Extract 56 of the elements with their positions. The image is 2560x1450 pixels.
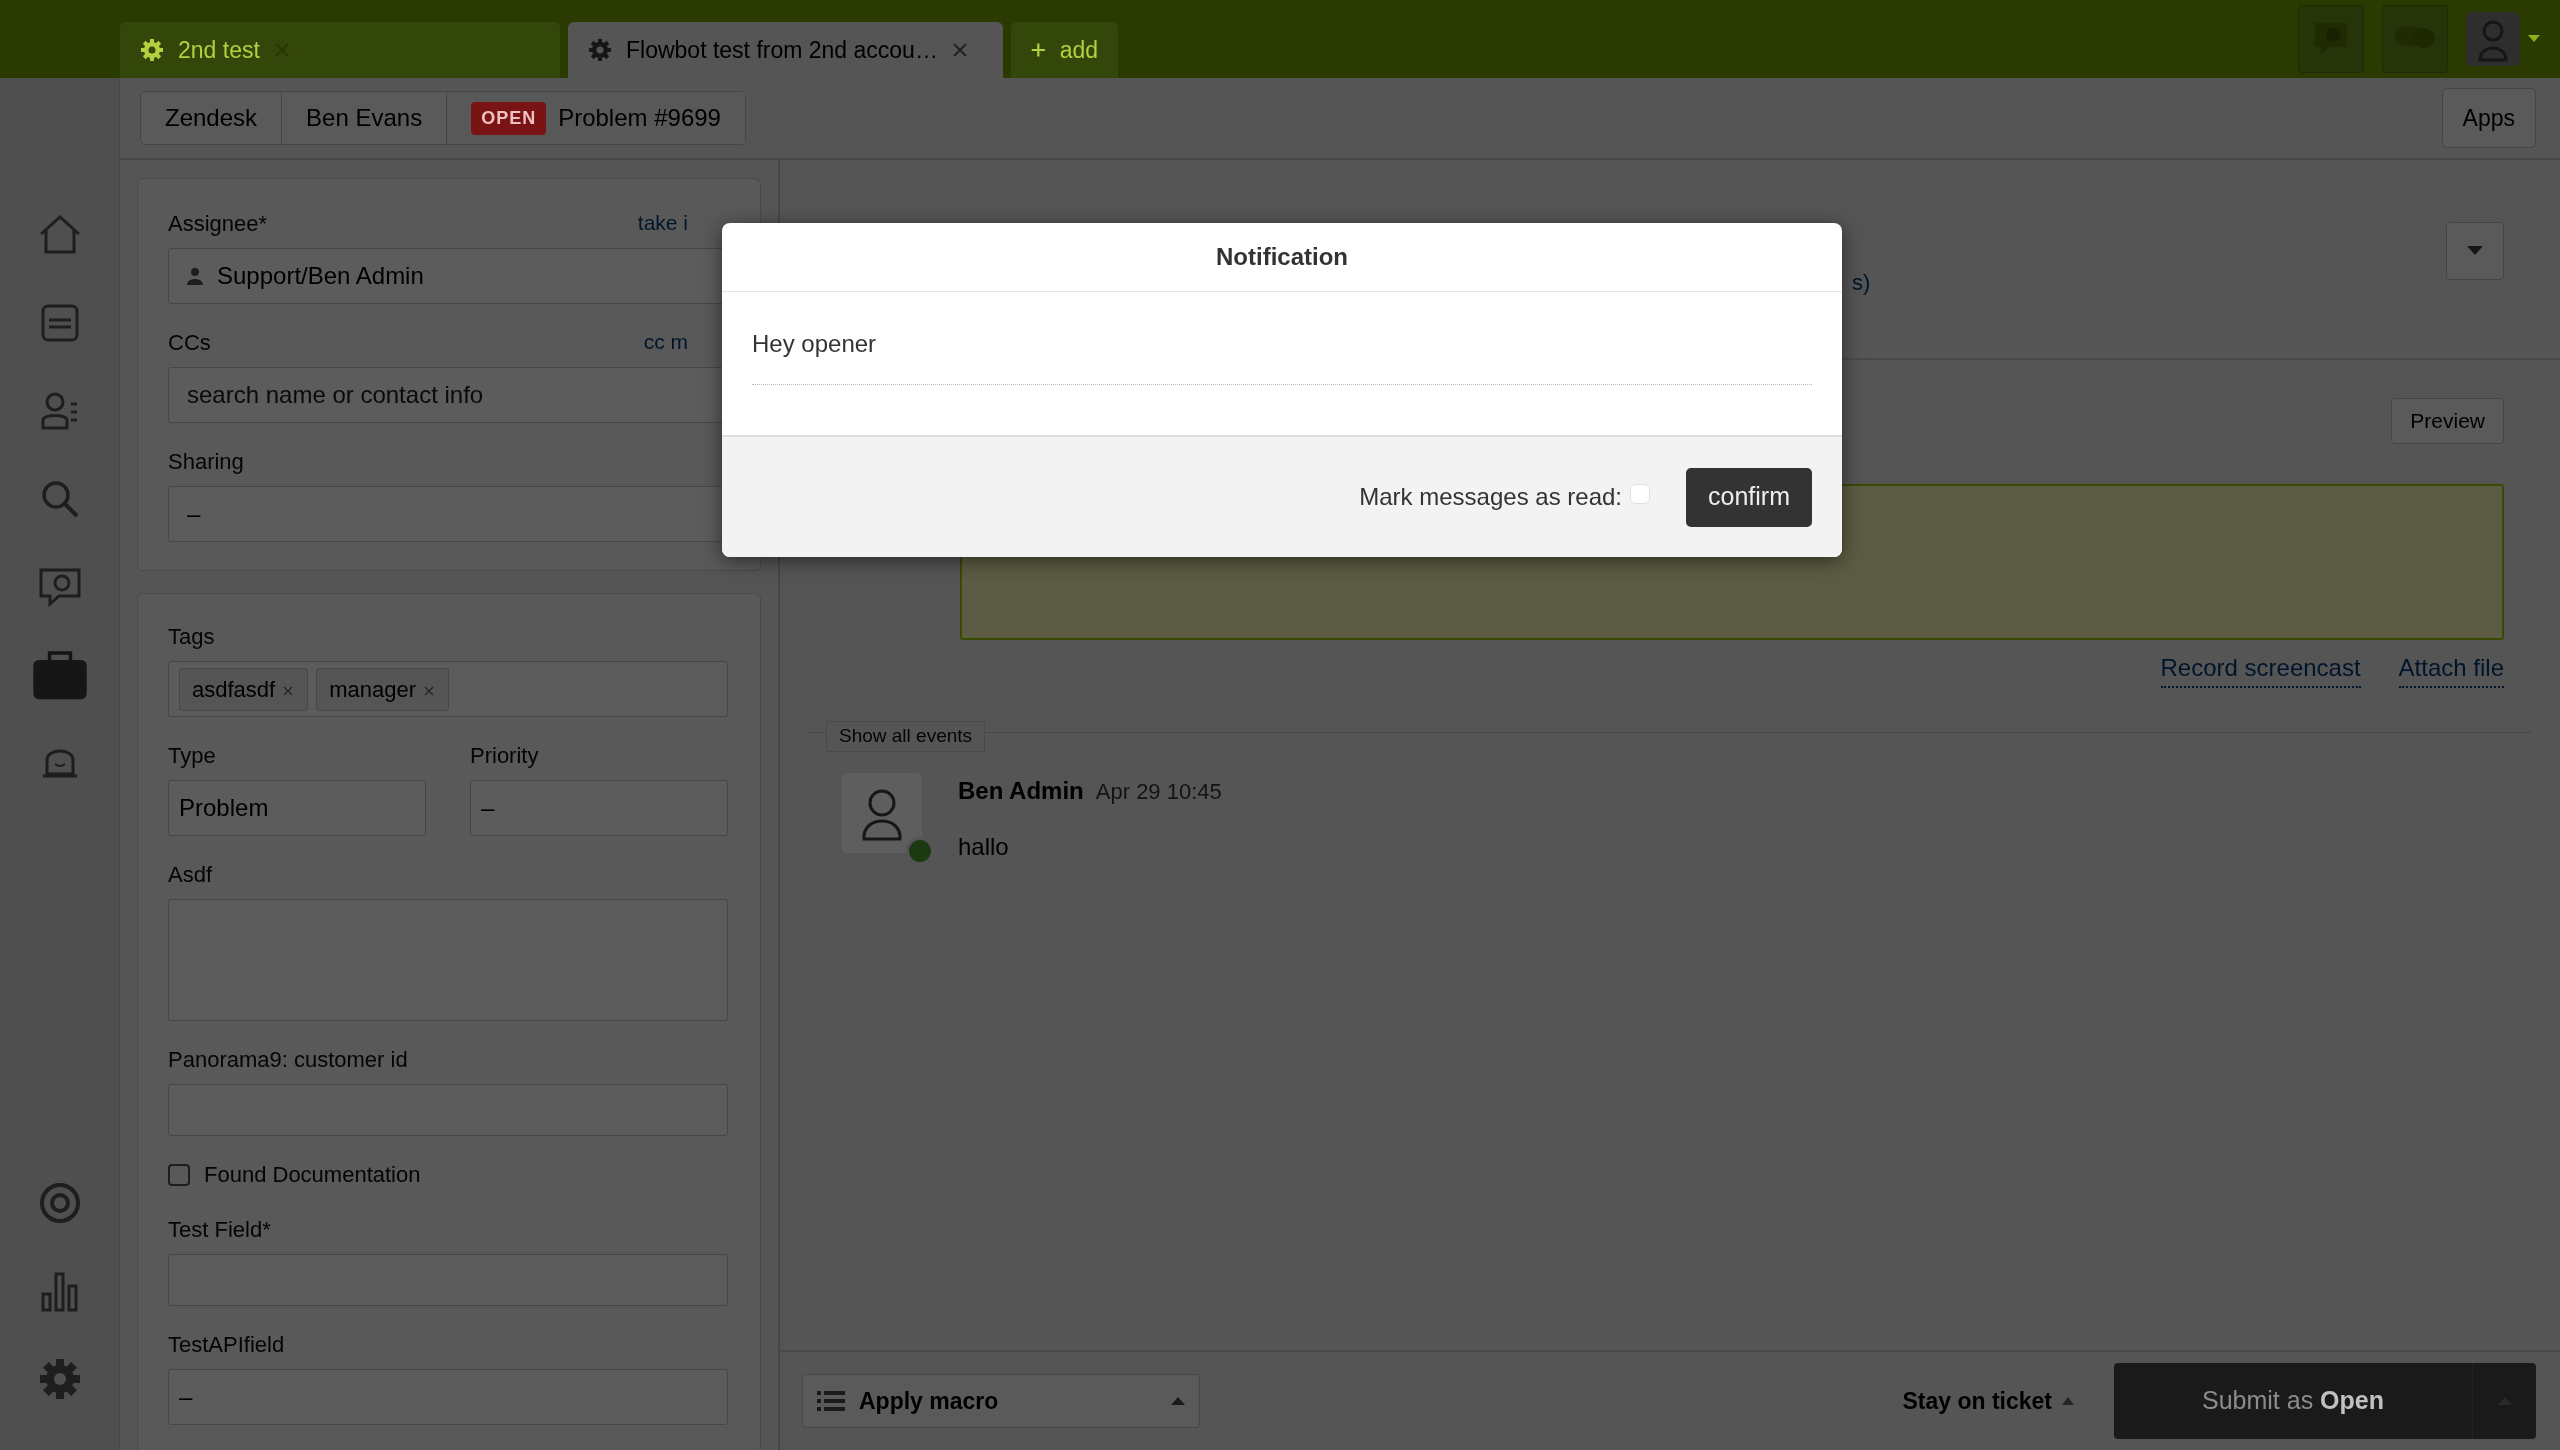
timestamp: Apr 29 10:45 <box>1095 778 1222 806</box>
tags-field[interactable]: asdfasdf manager <box>168 661 728 717</box>
field-label: Tags <box>168 623 216 651</box>
text-link[interactable]: s) <box>1852 266 1871 299</box>
preview-button[interactable]: Preview <box>2391 398 2504 444</box>
tag-label: manager <box>329 676 416 702</box>
breadcrumb-label: Problem #9699 <box>558 103 721 133</box>
status-badge: OPEN <box>471 101 547 135</box>
person-icon <box>187 267 203 285</box>
confirm-button[interactable]: confirm <box>1686 467 1812 527</box>
type-field[interactable]: Problem <box>168 780 426 836</box>
select-field[interactable]: – <box>168 1369 728 1425</box>
notification-message: Hey opener <box>752 326 1812 385</box>
checkbox-label: Mark messages as read: <box>1359 482 1623 512</box>
caret-icon <box>2467 246 2483 256</box>
browser-tab[interactable]: Flowbot test from 2nd accou… <box>568 22 1003 78</box>
caret-icon <box>1171 1397 1185 1405</box>
list-icon <box>817 1390 845 1412</box>
field-label: Sharing <box>168 448 245 476</box>
text-link[interactable]: cc m <box>643 326 688 359</box>
field-label: Assignee* <box>168 210 268 238</box>
dialog-title: Notification <box>722 223 1842 292</box>
text-link[interactable]: Attach file <box>2398 650 2504 688</box>
field-label: TestAPIfield <box>168 1331 286 1359</box>
browser-tab[interactable]: 2nd test <box>120 22 560 78</box>
close-icon[interactable] <box>951 42 968 58</box>
text-link[interactable]: Record screencast <box>2160 650 2361 688</box>
tag-label: asdfasdf <box>192 676 276 702</box>
priority-field[interactable]: – <box>470 780 728 836</box>
apply-macro-button[interactable]: Apply macro <box>802 1374 1200 1428</box>
caret-icon <box>2528 35 2540 43</box>
field-label: Panorama9: customer id <box>168 1046 409 1074</box>
text-link[interactable]: take i <box>637 207 688 240</box>
comment-text: hallo <box>958 832 1010 862</box>
field-label: Test Field* <box>168 1216 272 1244</box>
plus-icon <box>1031 40 1046 60</box>
field-label: Priority <box>470 742 540 770</box>
checkbox-label: Found Documentation <box>204 1161 421 1189</box>
dropdown-button[interactable] <box>2446 222 2504 280</box>
caret-icon <box>2062 1397 2074 1405</box>
field-label: CCs <box>168 329 211 357</box>
checkbox[interactable] <box>168 1163 190 1186</box>
breadcrumb-item[interactable]: Zendesk <box>141 92 283 144</box>
field-label: Type <box>168 742 217 770</box>
stay-on-ticket-button[interactable]: Stay on ticket <box>1896 1382 2080 1420</box>
chat-button[interactable] <box>2298 5 2364 73</box>
author-name: Ben Admin <box>958 776 1084 806</box>
avatar-icon <box>2466 12 2520 66</box>
field-label: Asdf <box>168 861 214 889</box>
remove-icon[interactable] <box>281 683 296 698</box>
apps-button[interactable]: Apps <box>2441 88 2536 148</box>
show-all-events-button[interactable]: Show all events <box>826 721 986 752</box>
profile-menu[interactable] <box>2466 12 2540 66</box>
add-tab-button[interactable]: add <box>1011 22 1118 78</box>
remove-icon[interactable] <box>422 683 436 698</box>
avatar-icon <box>842 773 922 853</box>
